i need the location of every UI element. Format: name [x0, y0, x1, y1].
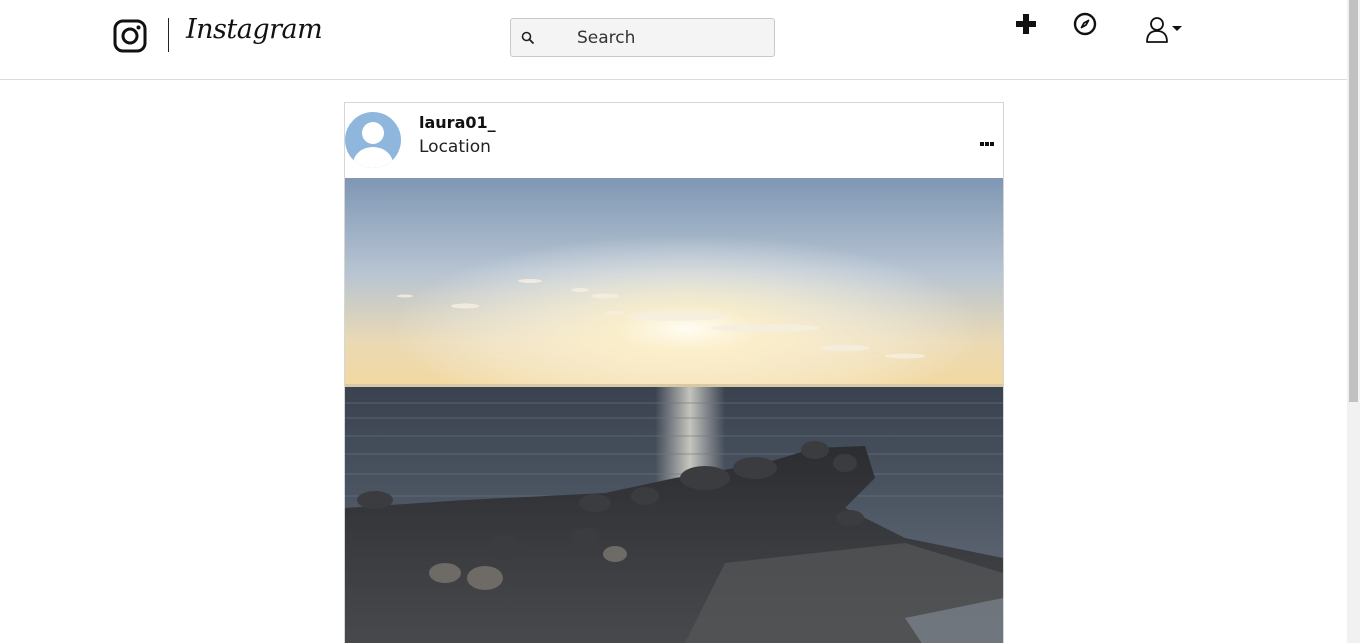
search-input[interactable]	[551, 19, 771, 56]
caret-down-icon	[1172, 26, 1182, 31]
post-location[interactable]: Location	[419, 137, 491, 157]
logo-divider	[168, 18, 169, 52]
search-icon	[521, 30, 535, 44]
page-scrollbar[interactable]	[1347, 0, 1360, 643]
profile-menu-button[interactable]	[1145, 16, 1187, 44]
user-icon	[1146, 17, 1168, 43]
compass-icon	[1073, 12, 1097, 36]
post-header: laura01_ Location	[345, 103, 1003, 178]
plus-icon	[1016, 14, 1036, 34]
scrollbar-thumb[interactable]	[1349, 0, 1358, 402]
new-post-button[interactable]	[1014, 12, 1038, 36]
instagram-wordmark[interactable]: Instagram	[186, 14, 323, 45]
post-card: laura01_ Location	[344, 102, 1004, 643]
explore-button[interactable]	[1073, 12, 1097, 36]
post-photo[interactable]	[345, 178, 1003, 643]
top-navbar: Instagram	[0, 0, 1347, 80]
more-options-button[interactable]	[979, 133, 995, 146]
app: Instagram Search laura01_ Location	[0, 0, 1360, 643]
search-box[interactable]	[510, 18, 775, 57]
ellipsis-icon	[980, 142, 994, 146]
avatar[interactable]	[345, 112, 401, 168]
instagram-logo-icon[interactable]	[113, 19, 147, 53]
post-username[interactable]: laura01_	[419, 113, 496, 132]
